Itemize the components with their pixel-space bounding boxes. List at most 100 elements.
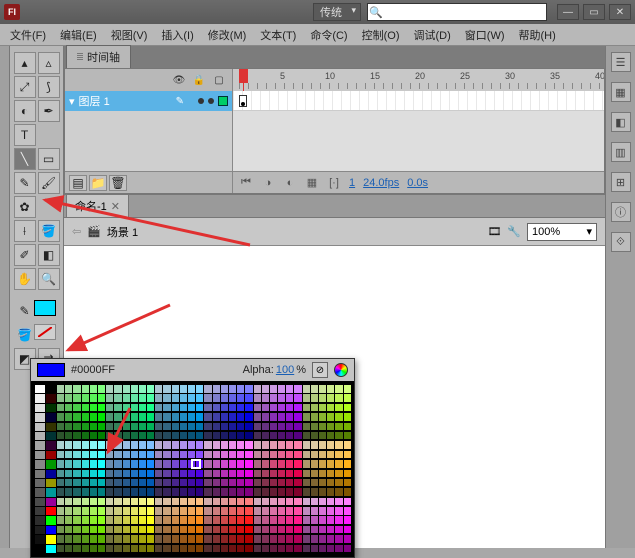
timeline-tab[interactable]: 时间轴 — [66, 45, 131, 68]
color-panel-icon[interactable]: ◧ — [611, 112, 631, 132]
timeline-panel: 👁 🔒 ▢ 510152025303540 ▾ 图层 1 ✎ — [64, 68, 605, 194]
brush-tool[interactable]: 🖌 — [38, 172, 60, 194]
layer-row[interactable]: ▾ 图层 1 ✎ — [65, 91, 233, 111]
3d-rotation-tool[interactable]: ◐ — [14, 100, 36, 122]
edit-scene-icon[interactable]: 🎞 — [487, 225, 501, 238]
timeline-ruler[interactable]: 510152025303540 — [233, 69, 604, 91]
keyframe-1[interactable] — [239, 95, 247, 107]
layer-lock-dot[interactable] — [208, 98, 214, 104]
menu-help[interactable]: 帮助(H) — [513, 25, 562, 45]
new-layer-button[interactable]: ▤ — [69, 175, 87, 191]
eraser-tool[interactable]: ◧ — [38, 244, 60, 266]
fill-bucket-icon: 🪣 — [18, 324, 32, 346]
modify-markers-icon[interactable]: [·] — [327, 176, 341, 190]
zoom-value: 100% — [532, 226, 560, 238]
goto-first-frame-icon[interactable]: ⏮ — [239, 176, 253, 190]
edit-multiple-icon[interactable]: ▦ — [305, 176, 319, 190]
align-panel-icon[interactable]: ⊞ — [611, 172, 631, 192]
current-color-swatch — [37, 363, 65, 377]
library-panel-icon[interactable]: ▦ — [611, 82, 631, 102]
layer-outline-toggle[interactable] — [218, 96, 228, 106]
scene-icon: 🎬 — [87, 225, 101, 238]
layer-active-icon: ✎ — [176, 96, 184, 107]
paint-bucket-tool[interactable]: 🪣 — [38, 220, 60, 242]
current-frame-number[interactable]: 1 — [349, 177, 355, 189]
alpha-label: Alpha: — [243, 364, 274, 376]
edit-symbol-icon[interactable]: 🔧 — [507, 225, 521, 238]
color-swatch-grid[interactable] — [57, 385, 351, 553]
elapsed-time: 0.0s — [407, 177, 428, 189]
no-color-button[interactable]: ⊘ — [312, 362, 328, 378]
menu-command[interactable]: 命令(C) — [304, 25, 353, 45]
lasso-tool[interactable]: ⟆ — [38, 76, 60, 98]
color-picker-popup: #0000FF Alpha: 100 % ⊘ — [30, 358, 355, 558]
onion-skin-icon[interactable]: ◑ — [261, 176, 275, 190]
new-folder-button[interactable]: 📁 — [89, 175, 107, 191]
text-tool[interactable]: T — [14, 124, 36, 146]
menu-modify[interactable]: 修改(M) — [202, 25, 253, 45]
properties-panel-icon[interactable]: ☰ — [611, 52, 631, 72]
menu-edit[interactable]: 编辑(E) — [54, 25, 103, 45]
hand-tool[interactable]: ✋ — [14, 268, 36, 290]
subselection-tool[interactable]: ▵ — [38, 52, 60, 74]
frames-area[interactable] — [233, 91, 604, 111]
color-wheel-button[interactable] — [334, 363, 348, 377]
menu-file[interactable]: 文件(F) — [4, 25, 52, 45]
document-tab-label: 命名-1 — [75, 198, 107, 214]
back-arrow-icon[interactable]: ⇦ — [72, 225, 81, 238]
layer-name[interactable]: 图层 1 — [79, 93, 172, 109]
line-tool[interactable]: ╲ — [14, 148, 36, 170]
bone-tool[interactable]: ⟊ — [14, 220, 36, 242]
stroke-pencil-icon: ✎ — [18, 300, 32, 322]
pencil-tool[interactable]: ✎ — [14, 172, 36, 194]
selection-tool[interactable]: ▴ — [14, 52, 36, 74]
zoom-select[interactable]: 100%▾ — [527, 223, 597, 241]
restore-button[interactable]: ▭ — [583, 4, 605, 20]
outline-all-icon[interactable]: ▢ — [212, 73, 226, 87]
free-transform-tool[interactable]: ⤢ — [14, 76, 36, 98]
rectangle-tool[interactable]: ▭ — [38, 148, 60, 170]
workspace-select[interactable]: 传统 — [313, 3, 361, 21]
layer-visible-dot[interactable] — [198, 98, 204, 104]
alpha-percent: % — [296, 364, 306, 376]
search-input[interactable] — [384, 6, 546, 18]
titlebar: Fl 传统 🔍 — ▭ ✕ — [0, 0, 635, 24]
fps-display[interactable]: 24.0fps — [363, 177, 399, 189]
delete-layer-button[interactable]: 🗑 — [109, 175, 127, 191]
info-panel-icon[interactable]: ⓘ — [611, 202, 631, 222]
minimize-button[interactable]: — — [557, 4, 579, 20]
fill-color-swatch[interactable] — [34, 324, 56, 340]
menu-window[interactable]: 窗口(W) — [459, 25, 511, 45]
timeline-tab-label: 时间轴 — [87, 52, 120, 64]
onion-outline-icon[interactable]: ◐ — [283, 176, 297, 190]
document-tab[interactable]: 命名-1 ✕ — [66, 194, 129, 217]
right-panel-rail: ☰ ▦ ◧ ▥ ⊞ ⓘ ⟐ — [605, 46, 635, 548]
search-box[interactable]: 🔍 — [367, 3, 547, 21]
grayscale-ramp[interactable] — [35, 385, 45, 553]
alpha-value[interactable]: 100 — [276, 364, 294, 376]
lock-all-icon[interactable]: 🔒 — [192, 73, 206, 87]
search-icon: 🔍 — [368, 6, 384, 19]
menu-debug[interactable]: 调试(D) — [408, 25, 457, 45]
edit-bar: ⇦ 🎬 场景 1 🎞 🔧 100%▾ — [64, 218, 605, 246]
basic-colors-ramp[interactable] — [46, 385, 56, 553]
menu-control[interactable]: 控制(O) — [356, 25, 406, 45]
left-collapsed-rail[interactable] — [0, 46, 10, 548]
scene-label[interactable]: 场景 1 — [107, 224, 138, 240]
close-document-icon[interactable]: ✕ — [111, 200, 120, 213]
eyedropper-tool[interactable]: ✐ — [14, 244, 36, 266]
zoom-tool[interactable]: 🔍 — [38, 268, 60, 290]
swatches-panel-icon[interactable]: ▥ — [611, 142, 631, 162]
app-logo: Fl — [4, 4, 20, 20]
menu-insert[interactable]: 插入(I) — [155, 25, 199, 45]
deco-tool[interactable]: ✿ — [14, 196, 36, 218]
pen-tool[interactable]: ✒ — [38, 100, 60, 122]
menu-view[interactable]: 视图(V) — [105, 25, 154, 45]
hex-value[interactable]: #0000FF — [71, 364, 115, 376]
close-button[interactable]: ✕ — [609, 4, 631, 20]
transform-panel-icon[interactable]: ⟐ — [611, 232, 631, 252]
layer-type-icon: ▾ — [69, 95, 75, 108]
stroke-color-swatch[interactable] — [34, 300, 56, 316]
menu-text[interactable]: 文本(T) — [254, 25, 302, 45]
show-hide-all-icon[interactable]: 👁 — [172, 73, 186, 87]
